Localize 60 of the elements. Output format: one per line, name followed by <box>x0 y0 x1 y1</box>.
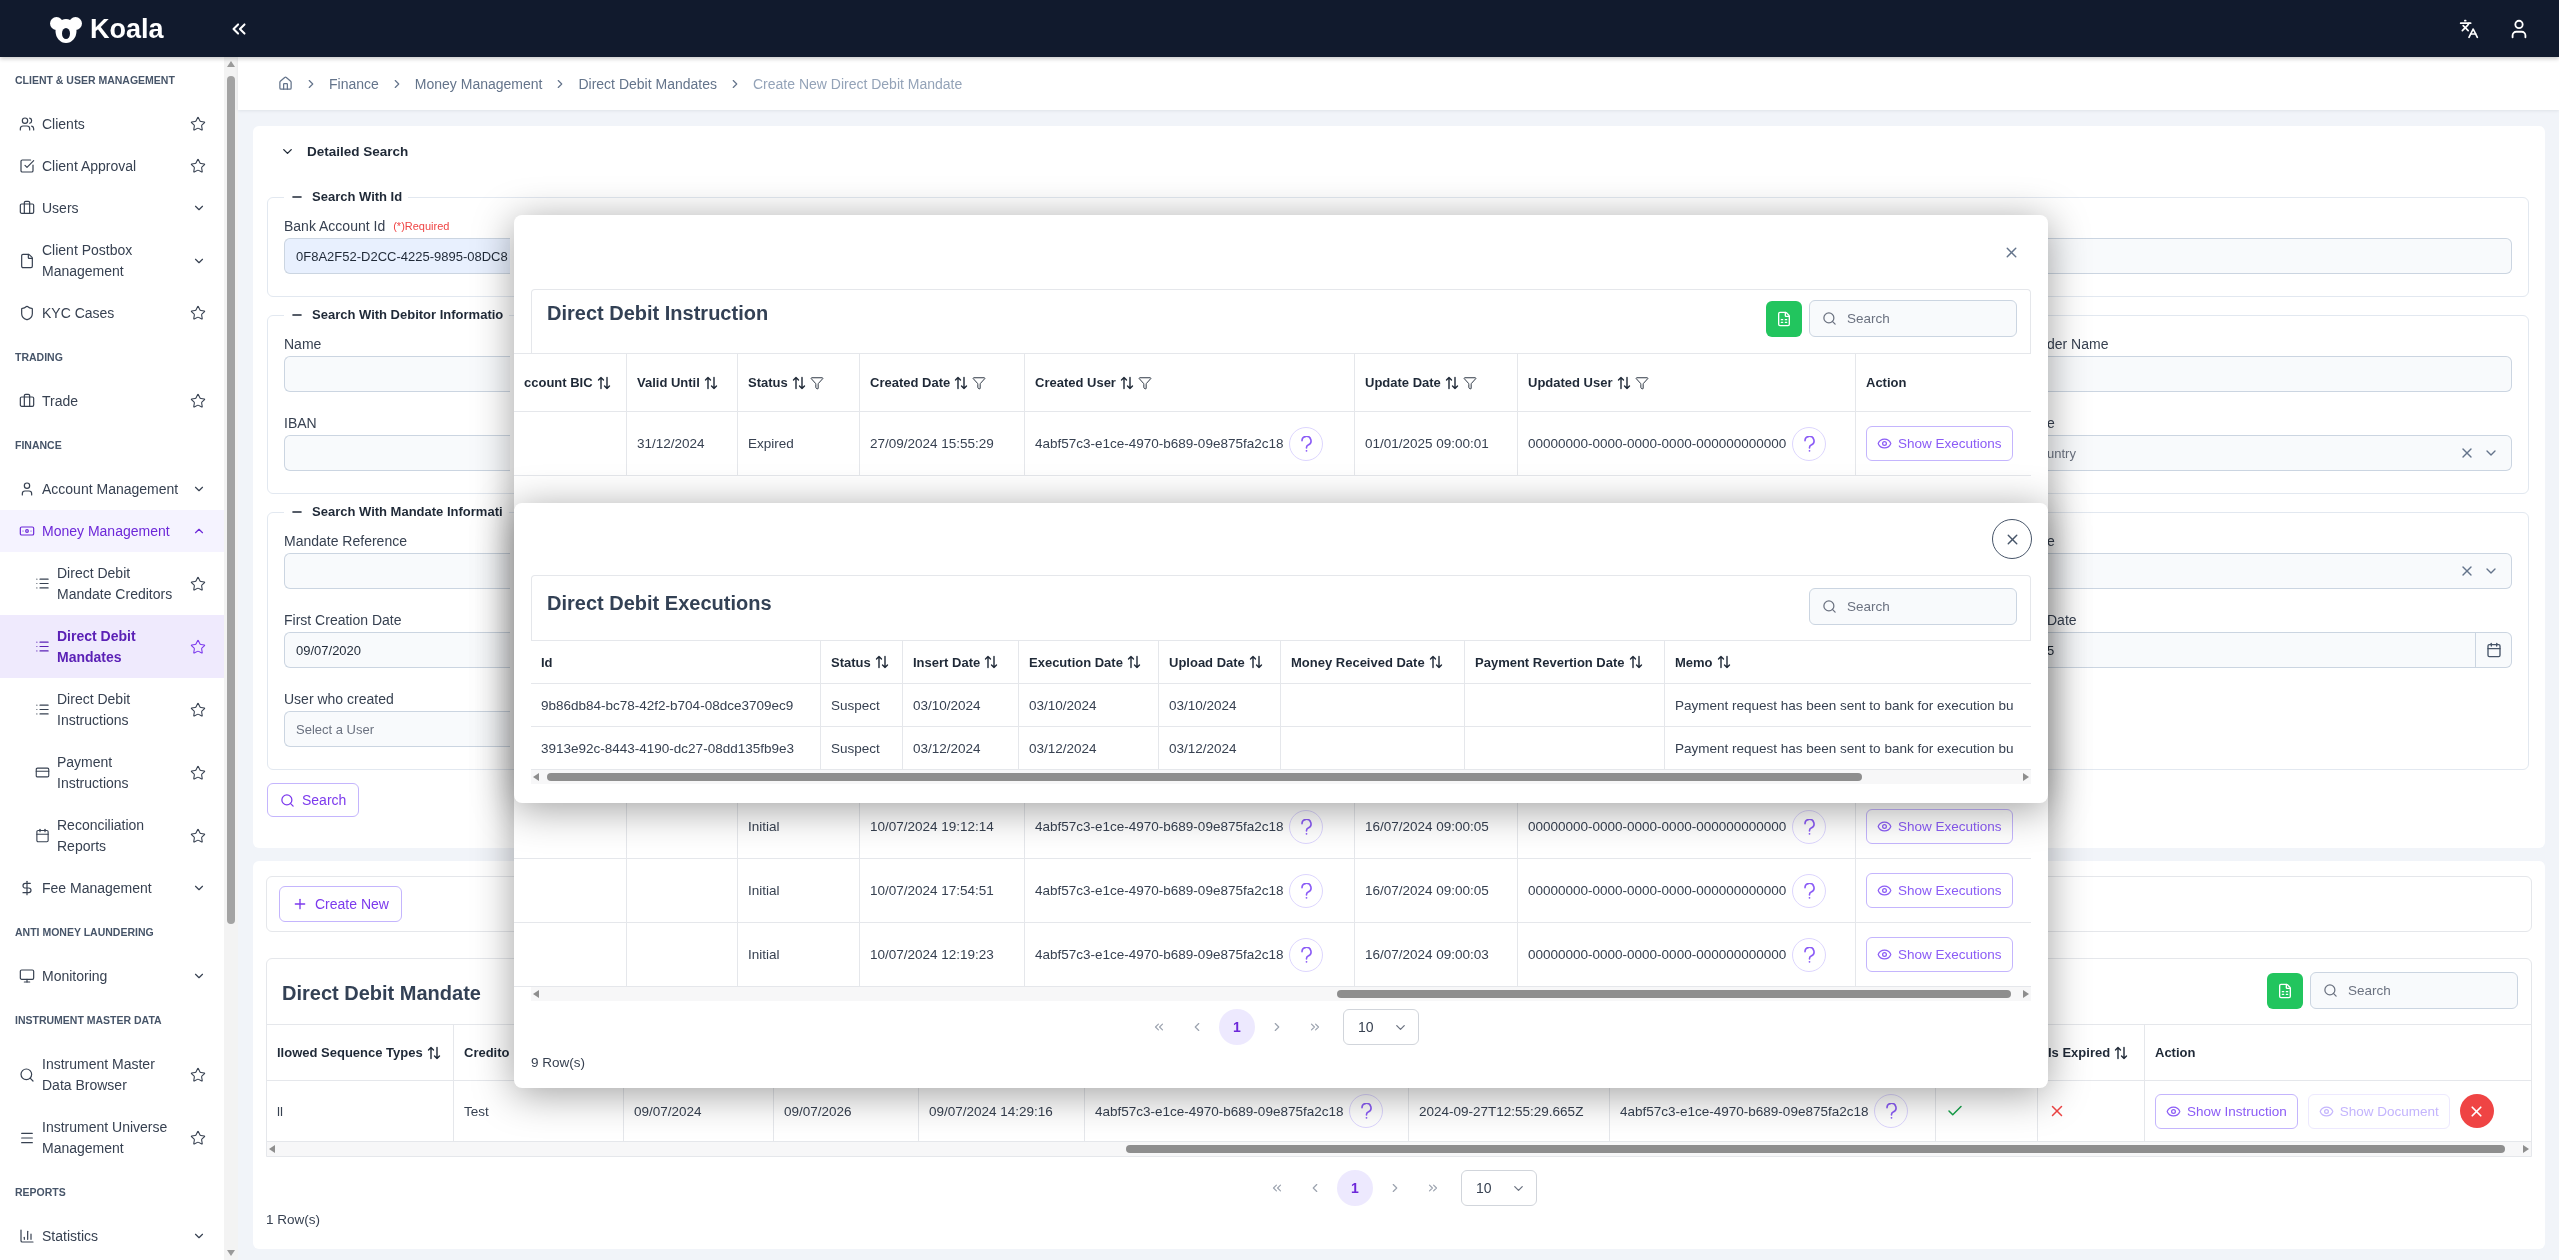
table-cell: 16/07/2024 09:00:05 <box>1355 859 1518 922</box>
user-id-text: 4abf57c3-e1ce-4970-b689-09e875fa2c18 <box>1620 1103 1869 1119</box>
table-cell: Suspect <box>821 727 903 769</box>
column-header: Action <box>1865 374 1908 392</box>
field-label: Bank Account Id <box>284 217 386 235</box>
column-header: Id <box>531 641 821 683</box>
user-id-text: 00000000-0000-0000-0000-000000000000 <box>1528 883 1787 898</box>
user-id-text: 4abf57c3-e1ce-4970-b689-09e875fa2c18 <box>1095 1103 1344 1119</box>
table-title: Direct Debit Executions <box>547 591 772 615</box>
table-cell: ll <box>267 1081 454 1141</box>
field-label: e <box>2047 532 2055 550</box>
table-cell: 03/12/2024 <box>903 727 1019 769</box>
table-cell: 16/07/2024 09:00:03 <box>1355 923 1518 986</box>
row-count: 9 Row(s) <box>531 1054 585 1072</box>
user-id-text: 4abf57c3-e1ce-4970-b689-09e875fa2c18 <box>1035 436 1284 451</box>
table-cell: Initial <box>738 923 860 986</box>
logo-text: Koala <box>90 12 164 45</box>
field-label: e <box>2047 414 2055 432</box>
table-cell: 03/12/2024 <box>1019 727 1159 769</box>
table-cell-text: Payment request has been sent to bank for execution bu <box>1674 739 2015 758</box>
field-label: Name <box>284 335 322 353</box>
field-label: First Creation Date <box>284 611 402 629</box>
table-cell: 03/12/2024 <box>1159 727 1281 769</box>
column-header: Action <box>2154 1044 2197 1062</box>
field-label: der Name <box>2047 335 2109 353</box>
user-id-text: 4abf57c3-e1ce-4970-b689-09e875fa2c18 <box>1035 883 1284 898</box>
required-note: (*)Required <box>393 220 450 232</box>
sidebar-section-title: CLIENT & USER MANAGEMENT <box>14 73 176 88</box>
sidebar-section-title: TRADING <box>14 350 64 365</box>
table-cell: Suspect <box>821 684 903 726</box>
table-cell: 03/10/2024 <box>903 684 1019 726</box>
table-title: Direct Debit Mandate <box>282 981 481 1005</box>
table-cell: 03/10/2024 <box>1159 684 1281 726</box>
table-cell: 01/01/2025 09:00:01 <box>1355 412 1518 475</box>
row-count: 1 Row(s) <box>266 1211 320 1229</box>
table-cell: 31/12/2024 <box>627 412 738 475</box>
table-title: Direct Debit Instruction <box>547 301 769 325</box>
sidebar-section-title: REPORTS <box>14 1185 67 1200</box>
field-label: Date <box>2047 611 2077 629</box>
sidebar-section-title: INSTRUMENT MASTER DATA <box>14 1013 163 1028</box>
table-cell: 03/10/2024 <box>1019 684 1159 726</box>
field-label: User who created <box>284 690 394 708</box>
table-cell: 27/09/2024 15:55:29 <box>860 412 1025 475</box>
table-cell: 3913e92c-8443-4190-dc27-08dd135fb9e3 <box>531 727 821 769</box>
table-cell: Initial <box>738 859 860 922</box>
user-id-text: 00000000-0000-0000-0000-000000000000 <box>1528 436 1787 451</box>
sidebar-section-title: ANTI MONEY LAUNDERING <box>14 925 155 940</box>
user-id-text: 4abf57c3-e1ce-4970-b689-09e875fa2c18 <box>1035 819 1284 834</box>
user-id-text: 4abf57c3-e1ce-4970-b689-09e875fa2c18 <box>1035 947 1284 962</box>
table-cell-text: Payment request has been sent to bank for execution bu <box>1674 696 2015 715</box>
table-cell: 9b86db84-bc78-42f2-b704-08dce3709ec9 <box>531 684 821 726</box>
table-cell: Expired <box>738 412 860 475</box>
sidebar-section-title: FINANCE <box>14 438 63 453</box>
user-id-text: 00000000-0000-0000-0000-000000000000 <box>1528 947 1787 962</box>
breadcrumb-current: Create New Direct Debit Mandate <box>752 75 963 92</box>
user-id-text: 00000000-0000-0000-0000-000000000000 <box>1528 819 1787 834</box>
table-cell: 10/07/2024 12:19:23 <box>860 923 1025 986</box>
field-label: Mandate Reference <box>284 532 407 550</box>
field-label: IBAN <box>284 414 317 432</box>
table-cell: 10/07/2024 17:54:51 <box>860 859 1025 922</box>
